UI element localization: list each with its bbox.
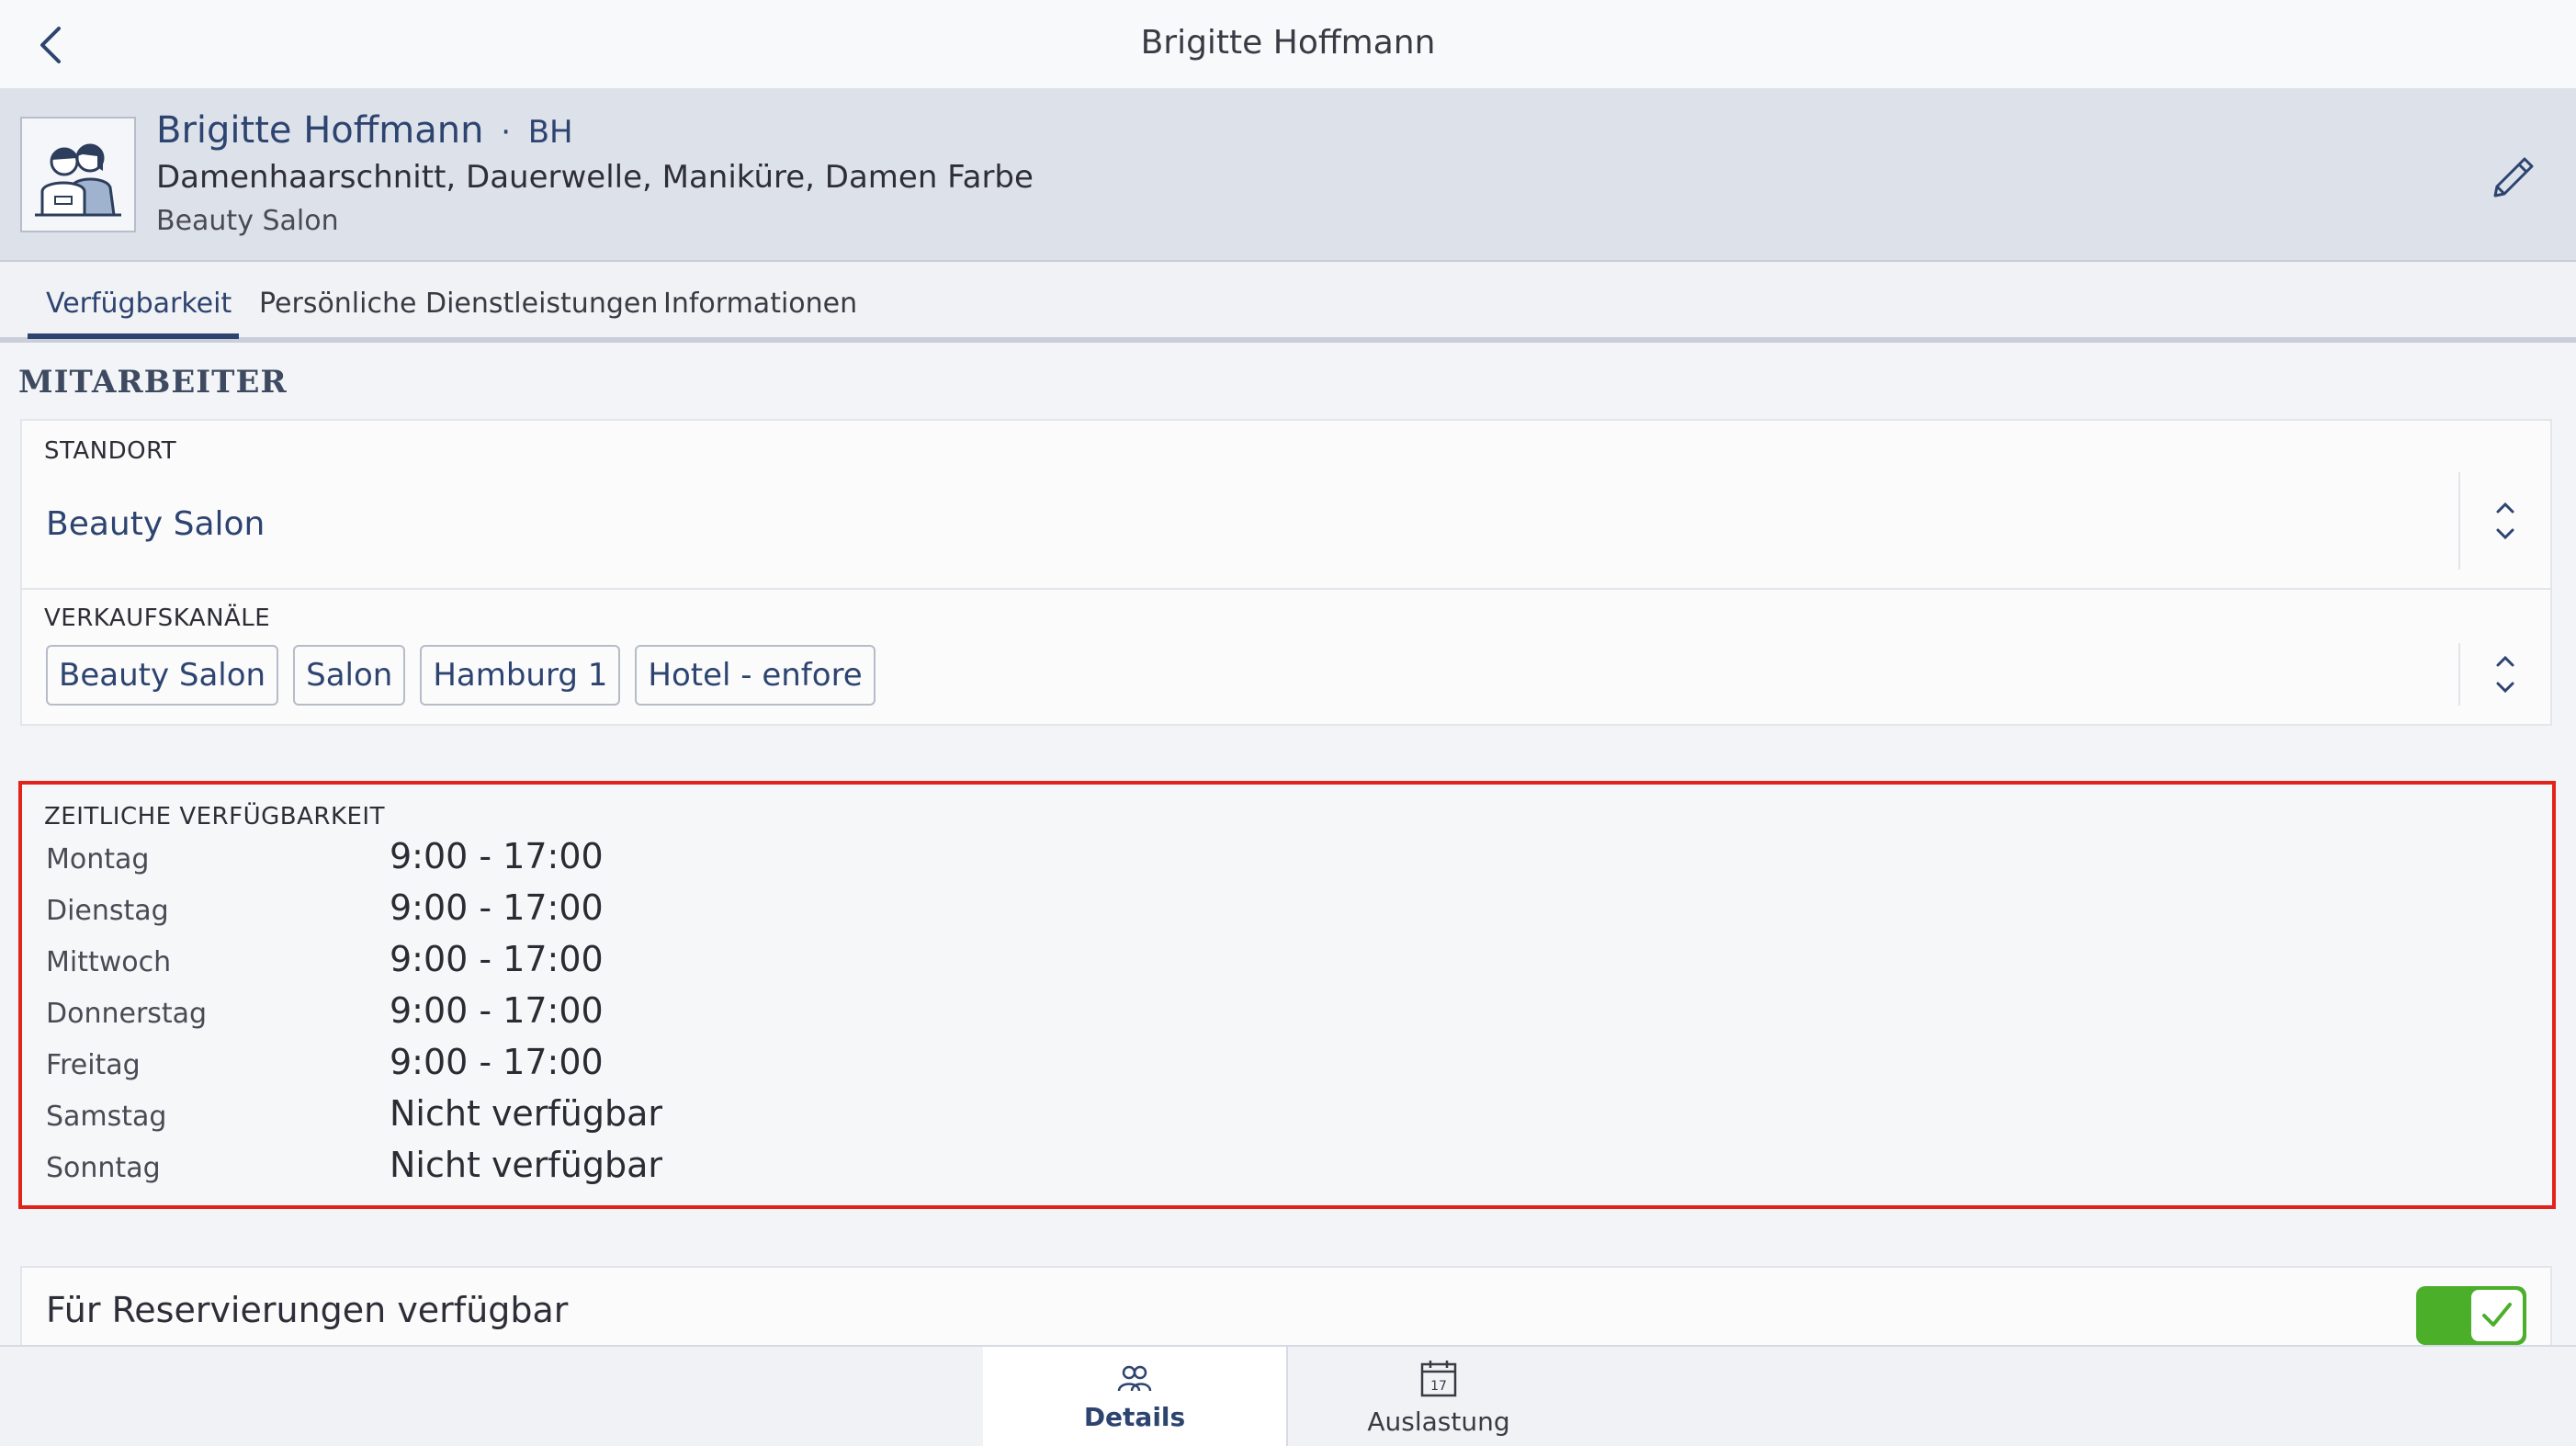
availability-title: ZEITLICHE VERFÜGBARKEIT [44, 803, 385, 830]
day-time: 9:00 - 17:00 [390, 836, 604, 876]
day-name: Mittwoch [46, 946, 172, 978]
verkaufskanaele-label: VERKAUFSKANÄLE [44, 604, 271, 632]
channel-chip[interactable]: Hotel - enfore [635, 645, 876, 706]
day-name: Dienstag [46, 895, 169, 927]
day-time: 9:00 - 17:00 [390, 1042, 604, 1082]
channel-chip[interactable]: Beauty Salon [46, 645, 279, 706]
employee-location: Beauty Salon [156, 205, 339, 237]
toggle-knob [2471, 1290, 2523, 1341]
nav-auslastung[interactable]: 17 Auslastung [1286, 1347, 1589, 1446]
calendar-day-number: 17 [1430, 1379, 1447, 1394]
employee-services: Damenhaarschnitt, Dauerwelle, Maniküre, … [156, 159, 1034, 196]
avatar [20, 117, 136, 232]
availability-section: ZEITLICHE VERFÜGBARKEIT Montag 9:00 - 17… [18, 781, 2556, 1209]
availability-row: Donnerstag 9:00 - 17:00 [46, 990, 873, 1042]
day-name: Montag [46, 843, 150, 876]
employee-initials: BH [527, 114, 573, 151]
reservation-row: Für Reservierungen verfügbar [20, 1266, 2552, 1349]
people-icon [1117, 1365, 1152, 1391]
availability-row: Mittwoch 9:00 - 17:00 [46, 939, 873, 990]
top-bar: Brigitte Hoffmann [0, 0, 2576, 89]
day-name: Sonntag [46, 1152, 161, 1184]
day-time: 9:00 - 17:00 [390, 887, 604, 928]
employee-name-row: Brigitte Hoffmann · BH [156, 109, 573, 152]
reservation-label: Für Reservierungen verfügbar [46, 1290, 569, 1330]
nav-details-label: Details [1083, 1401, 1186, 1432]
reservation-toggle[interactable] [2416, 1286, 2526, 1345]
standort-value: Beauty Salon [46, 505, 266, 543]
tab-bar: Verfügbarkeit Persönliche Dienstleistung… [0, 262, 2576, 343]
tab-persoenliche-dienstleistungen[interactable]: Persönliche Dienstleistungen [259, 288, 658, 320]
app-root: Brigitte Hoffmann Brigitte Hoffmann · BH… [0, 0, 2576, 1446]
day-time: Nicht verfügbar [390, 1093, 663, 1134]
edit-button[interactable] [2484, 148, 2543, 207]
availability-row: Montag 9:00 - 17:00 [46, 836, 873, 887]
staff-avatar-icon [35, 143, 121, 217]
employee-name: Brigitte Hoffmann [156, 109, 484, 152]
availability-row: Dienstag 9:00 - 17:00 [46, 887, 873, 939]
day-time: 9:00 - 17:00 [390, 990, 604, 1031]
active-tab-indicator [28, 333, 239, 339]
calendar-icon: 17 [1420, 1360, 1457, 1396]
standort-label: STANDORT [44, 437, 177, 465]
day-name: Samstag [46, 1101, 167, 1133]
name-separator: · [501, 114, 512, 151]
channel-chip[interactable]: Salon [293, 645, 406, 706]
standort-field[interactable]: STANDORT Beauty Salon [20, 419, 2552, 590]
employee-header: Brigitte Hoffmann · BH Damenhaarschnitt,… [0, 89, 2576, 262]
day-name: Freitag [46, 1049, 141, 1081]
pencil-icon [2493, 157, 2534, 198]
availability-row: Freitag 9:00 - 17:00 [46, 1042, 873, 1093]
tab-verfuegbarkeit[interactable]: Verfügbarkeit [46, 288, 232, 320]
verkaufskanaele-stepper[interactable] [2458, 643, 2550, 706]
chevron-up-down-icon [2496, 502, 2514, 540]
channel-chip[interactable]: Hamburg 1 [420, 645, 621, 706]
availability-row: Sonntag Nicht verfügbar [46, 1145, 873, 1196]
day-name: Donnerstag [46, 998, 208, 1030]
verkaufskanaele-field[interactable]: VERKAUFSKANÄLE Beauty Salon Salon Hambur… [20, 590, 2552, 726]
nav-details[interactable]: Details [983, 1347, 1286, 1446]
availability-row: Samstag Nicht verfügbar [46, 1093, 873, 1145]
verkaufskanaele-chips: Beauty Salon Salon Hamburg 1 Hotel - enf… [46, 645, 890, 706]
nav-auslastung-label: Auslastung [1367, 1406, 1510, 1437]
bottom-nav: Details 17 Auslastung [0, 1345, 2576, 1446]
standort-stepper[interactable] [2458, 472, 2550, 570]
section-title: MITARBEITER [18, 364, 288, 401]
day-time: 9:00 - 17:00 [390, 939, 604, 979]
day-time: Nicht verfügbar [390, 1145, 663, 1185]
checkmark-icon [2482, 1303, 2512, 1327]
tab-informationen[interactable]: Informationen [663, 288, 857, 320]
chevron-up-down-icon [2496, 655, 2514, 694]
page-title: Brigitte Hoffmann [1140, 24, 1436, 62]
